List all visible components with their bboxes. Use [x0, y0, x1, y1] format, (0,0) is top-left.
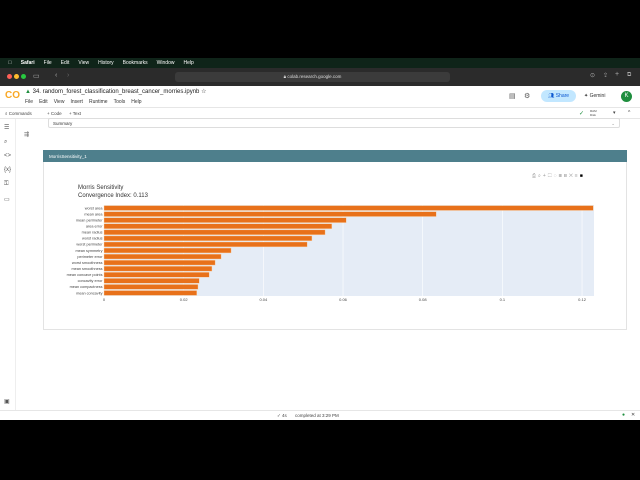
completed-text: completed at 3:29 PM	[295, 413, 339, 418]
y-tick-label: concavity error	[78, 279, 104, 283]
y-tick-label: mean perimeter	[76, 218, 103, 222]
status-bar: ✓ 4s completed at 3:29 PM ● ✕	[0, 410, 640, 420]
bar[interactable]	[103, 241, 308, 248]
bar[interactable]	[103, 284, 199, 290]
bar[interactable]	[103, 217, 347, 223]
bar[interactable]	[103, 260, 216, 266]
y-tick-label: mean concave points	[67, 273, 103, 277]
status-check: ✓ 4s	[277, 413, 287, 418]
close-icon[interactable]: ✕	[631, 412, 635, 418]
connected-dot-icon: ●	[622, 412, 626, 418]
x-tick-label: 0.08	[419, 297, 428, 302]
y-tick-label: mean symmetry	[75, 249, 102, 253]
bar-chart[interactable]: 0 0.02 0.04 0.06 0.08 0.1 0.12 worst area mean a…	[0, 0, 640, 480]
bar[interactable]	[103, 229, 326, 235]
y-tick-label: mean radius	[82, 231, 103, 235]
exec-time: 4s	[282, 413, 287, 418]
y-tick-label: mean concavity	[76, 291, 102, 295]
x-tick-label: 0.02	[180, 297, 189, 302]
bar[interactable]	[103, 223, 333, 229]
y-tick-label: mean area	[84, 212, 103, 216]
bar[interactable]	[103, 211, 437, 217]
bar[interactable]	[103, 266, 213, 272]
bar[interactable]	[103, 235, 313, 242]
y-tick-label: area error	[86, 225, 103, 229]
x-tick-label: 0.06	[339, 297, 348, 302]
y-tick-label: perimeter error	[77, 255, 103, 259]
bar[interactable]	[103, 272, 210, 278]
x-tick-label: 0.1	[500, 297, 506, 302]
bar[interactable]	[103, 205, 594, 211]
y-tick-label: worst perimeter	[76, 243, 103, 247]
bar[interactable]	[103, 290, 198, 296]
y-tick-label: worst area	[85, 206, 104, 210]
y-tick-label: worst smoothness	[72, 261, 103, 265]
bar[interactable]	[103, 247, 232, 254]
y-tick-label: mean smoothness	[71, 267, 102, 271]
bar[interactable]	[103, 278, 200, 284]
x-tick-label: 0	[103, 297, 106, 302]
y-tick-label: mean compactness	[70, 285, 103, 289]
x-tick-label: 0.04	[259, 297, 268, 302]
y-tick-label: worst radius	[82, 237, 103, 241]
x-tick-label: 0.12	[578, 297, 587, 302]
bar[interactable]	[103, 253, 222, 260]
